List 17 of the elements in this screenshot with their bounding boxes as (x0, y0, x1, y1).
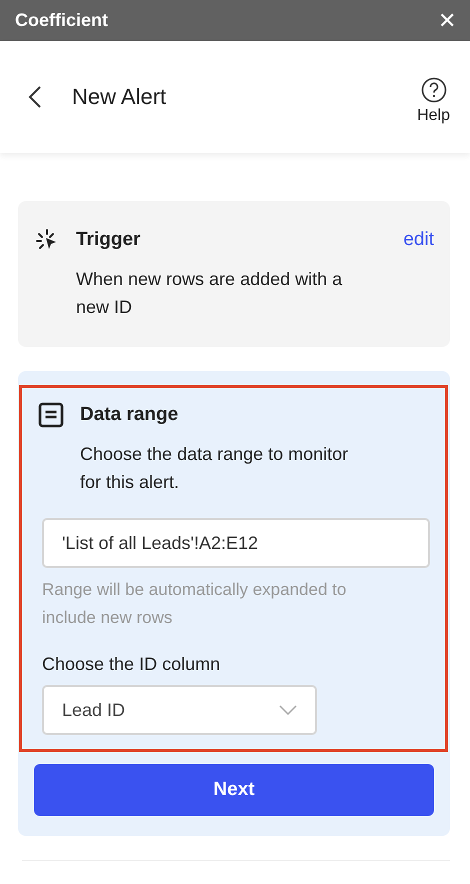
edit-link[interactable]: edit (403, 229, 434, 251)
back-icon[interactable] (28, 86, 42, 108)
close-button[interactable]: ✕ (436, 8, 458, 34)
data-range-title: Data range (80, 404, 180, 426)
page-title: New Alert (72, 84, 168, 110)
range-field[interactable]: 'List of all Leads'!A2:E12 (42, 518, 430, 568)
window-title: Coefficient (15, 10, 108, 31)
data-range-description: Choose the data range to monitor for this alert. (80, 443, 350, 494)
trigger-title: Trigger (76, 229, 142, 251)
hint-text: Range will be automatically expanded to include new rows (42, 579, 348, 629)
id-column-dropdown[interactable]: Lead ID (42, 685, 317, 735)
trigger-description: When new rows are added with a new ID (76, 268, 344, 319)
help-button[interactable]: Help (417, 77, 450, 125)
id-column-label: Choose the ID column (42, 654, 222, 675)
chevron-down-icon (279, 705, 297, 715)
list-icon (38, 402, 64, 428)
next-button[interactable]: Next (34, 764, 434, 816)
